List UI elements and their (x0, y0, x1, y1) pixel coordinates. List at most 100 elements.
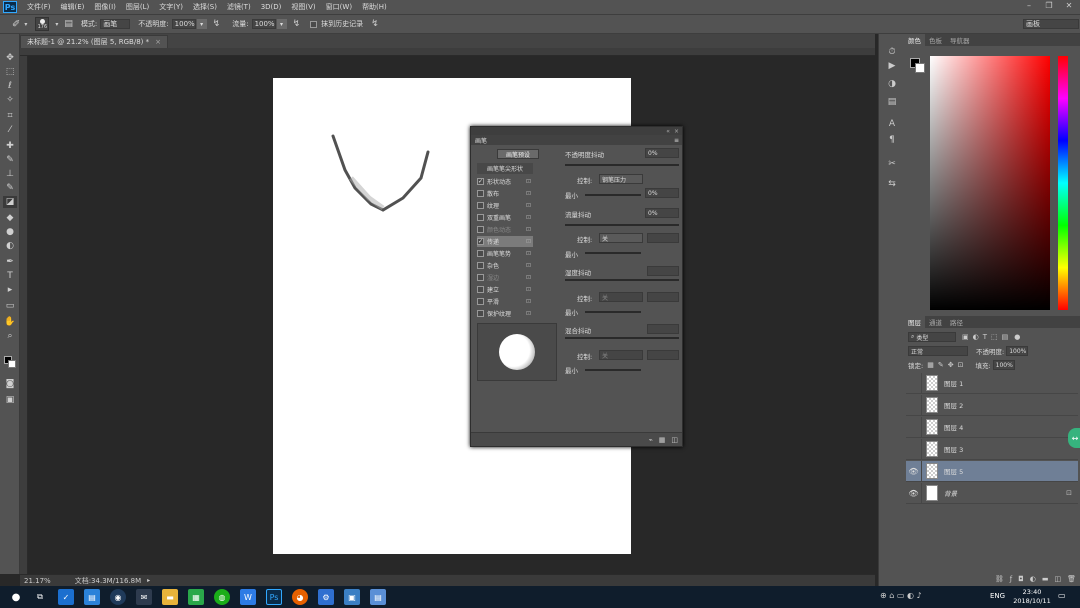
option-dual-brush[interactable]: 双重画笔 ⊡ (477, 212, 533, 223)
filter-adjustment-icon[interactable]: ◐ (973, 333, 979, 341)
pen-tool-icon[interactable]: ✒ (3, 256, 17, 268)
visibility-toggle[interactable] (906, 416, 922, 438)
move-tool-icon[interactable]: ✥ (3, 52, 17, 64)
filter-toggle-icon[interactable]: ● (1014, 333, 1020, 341)
checkbox[interactable] (477, 250, 484, 257)
color-picker-field[interactable] (930, 56, 1050, 310)
blur-tool-icon[interactable]: ● (3, 226, 17, 238)
erase-to-history-checkbox[interactable] (310, 20, 318, 28)
status-arrow-icon[interactable]: ▸ (147, 577, 150, 584)
menu-file[interactable]: 文件(F) (27, 2, 51, 12)
lock-icon[interactable]: ⊡ (526, 250, 531, 257)
menu-3d[interactable]: 3D(D) (261, 3, 282, 11)
mode-select[interactable]: 画笔 (100, 19, 131, 29)
lock-pixels-icon[interactable]: ✎ (938, 361, 944, 369)
zoom-level[interactable]: 21.17% (24, 577, 51, 585)
menu-help[interactable]: 帮助(H) (362, 2, 387, 12)
character-panel-icon[interactable]: A (886, 118, 898, 130)
floating-widget-icon[interactable]: ↔ (1068, 428, 1080, 448)
dodge-tool-icon[interactable]: ◐ (3, 240, 17, 252)
tool-presets-panel-icon[interactable]: ✂ (886, 158, 898, 170)
opacity-jitter-slider[interactable] (565, 164, 679, 166)
app-icon-6[interactable]: ⚙ (318, 589, 334, 605)
opacity-input[interactable]: 100% (171, 19, 196, 29)
document-tab[interactable]: 未标题-1 @ 21.2% (图层 5, RGB/8) * × (20, 35, 168, 48)
lock-position-icon[interactable]: ✥ (948, 361, 954, 369)
minimum-input[interactable]: 0% (645, 188, 679, 198)
trash-icon[interactable]: 🗑 (1067, 575, 1076, 583)
crop-tool-icon[interactable]: ⌗ (3, 110, 17, 122)
lock-icon[interactable]: ⊡ (526, 214, 531, 221)
lock-icon[interactable]: ⊡ (526, 298, 531, 305)
notification-icon[interactable]: ▭ (1058, 591, 1066, 600)
flow-jitter-slider[interactable] (565, 224, 679, 226)
tray-icons[interactable]: ⊕ ⌂ ▭ ◐ ♪ (880, 591, 922, 600)
flow-jitter-input[interactable]: 0% (645, 208, 679, 218)
checkbox-checked[interactable]: ✓ (477, 238, 484, 245)
history-brush-tool-icon[interactable]: ✎ (3, 182, 17, 194)
filter-shape-icon[interactable]: ⬚ (991, 333, 998, 341)
hue-slider[interactable] (1058, 56, 1068, 310)
background-color-swatch[interactable] (915, 63, 925, 73)
new-group-icon[interactable]: ▬ (1042, 575, 1049, 583)
lock-icon[interactable]: ⊡ (526, 262, 531, 269)
lock-icon[interactable]: ⊡ (526, 190, 531, 197)
lock-icon[interactable]: ⊡ (526, 286, 531, 293)
eye-icon[interactable]: 👁 (906, 482, 922, 504)
fill-input[interactable]: 100% (992, 360, 1015, 370)
mail-icon[interactable]: ✉ (136, 589, 152, 605)
path-select-tool-icon[interactable]: ▸ (3, 284, 17, 296)
eraser-tool-icon[interactable]: ◪ (3, 196, 17, 208)
hand-tool-icon[interactable]: ✋ (3, 316, 17, 328)
checkbox[interactable] (477, 298, 484, 305)
add-mask-icon[interactable]: ◘ (1018, 575, 1024, 583)
layer-row[interactable]: 👁 背景 ⊡ (906, 482, 1078, 504)
option-brush-pose[interactable]: 画笔笔势 ⊡ (477, 248, 533, 259)
app-icon-4[interactable]: ▦ (188, 589, 204, 605)
option-shape-dynamics[interactable]: ✓ 形状动态 ⊡ (477, 176, 533, 187)
new-preset-icon[interactable]: ◫ (671, 436, 678, 444)
actions-panel-icon[interactable]: ▶ (886, 60, 898, 72)
flow-input[interactable]: 100% (251, 19, 276, 29)
input-language[interactable]: ENG (990, 592, 1005, 600)
type-tool-icon[interactable]: T (3, 270, 17, 282)
app-icon-8[interactable]: ▤ (370, 589, 386, 605)
rectangle-tool-icon[interactable]: ▭ (3, 300, 17, 312)
pressure-opacity-icon[interactable]: ↯ (213, 19, 221, 29)
option-build-up[interactable]: 建立 ⊡ (477, 284, 533, 295)
toggle-live-tip-icon[interactable]: ⌁ (649, 436, 653, 444)
lock-all-icon[interactable]: ⊡ (958, 361, 964, 369)
checkbox[interactable] (477, 286, 484, 293)
lock-icon[interactable]: ⊡ (526, 178, 531, 185)
link-layers-icon[interactable]: ⛓ (995, 575, 1004, 583)
layer-filter-select[interactable]: ⌕ 类型 (908, 332, 956, 342)
layer-row[interactable]: 图层 3 (906, 438, 1078, 460)
quick-mask-icon[interactable]: ◙ (3, 378, 17, 390)
firefox-icon[interactable]: ◕ (292, 589, 308, 605)
menu-edit[interactable]: 编辑(E) (61, 2, 85, 12)
layer-opacity-input[interactable]: 100% (1006, 346, 1029, 356)
opacity-dropdown-icon[interactable]: ▾ (196, 19, 207, 29)
clock[interactable]: 23:40 2018/10/11 (1012, 588, 1052, 606)
minimize-icon[interactable]: – (1020, 1, 1038, 12)
app-icon-7[interactable]: ▣ (344, 589, 360, 605)
background-color-swatch[interactable] (8, 360, 16, 368)
eyedropper-tool-icon[interactable]: ⁄ (3, 124, 17, 136)
close-panel-icon[interactable]: × (674, 128, 679, 135)
app-icon-1[interactable]: ✓ (58, 589, 74, 605)
layer-row[interactable]: 图层 4 (906, 416, 1078, 438)
screen-mode-icon[interactable]: ▣ (3, 394, 17, 406)
checkbox[interactable] (477, 202, 484, 209)
control-select-off[interactable]: 关 (599, 233, 643, 243)
eraser-tool-icon[interactable]: ✐ (12, 19, 20, 30)
clone-stamp-tool-icon[interactable]: ⊥ (3, 168, 17, 180)
checkbox-checked[interactable]: ✓ (477, 178, 484, 185)
menu-type[interactable]: 文字(Y) (159, 2, 183, 12)
adjustment-layer-icon[interactable]: ◐ (1030, 575, 1036, 583)
task-view-icon[interactable]: ⧉ (32, 589, 48, 605)
option-texture[interactable]: 纹理 ⊡ (477, 200, 533, 211)
app-icon-3[interactable]: ◉ (110, 589, 126, 605)
option-transfer[interactable]: ✓ 传递 ⊡ (477, 236, 533, 247)
option-noise[interactable]: 杂色 ⊡ (477, 260, 533, 271)
menu-image[interactable]: 图像(I) (94, 2, 116, 12)
